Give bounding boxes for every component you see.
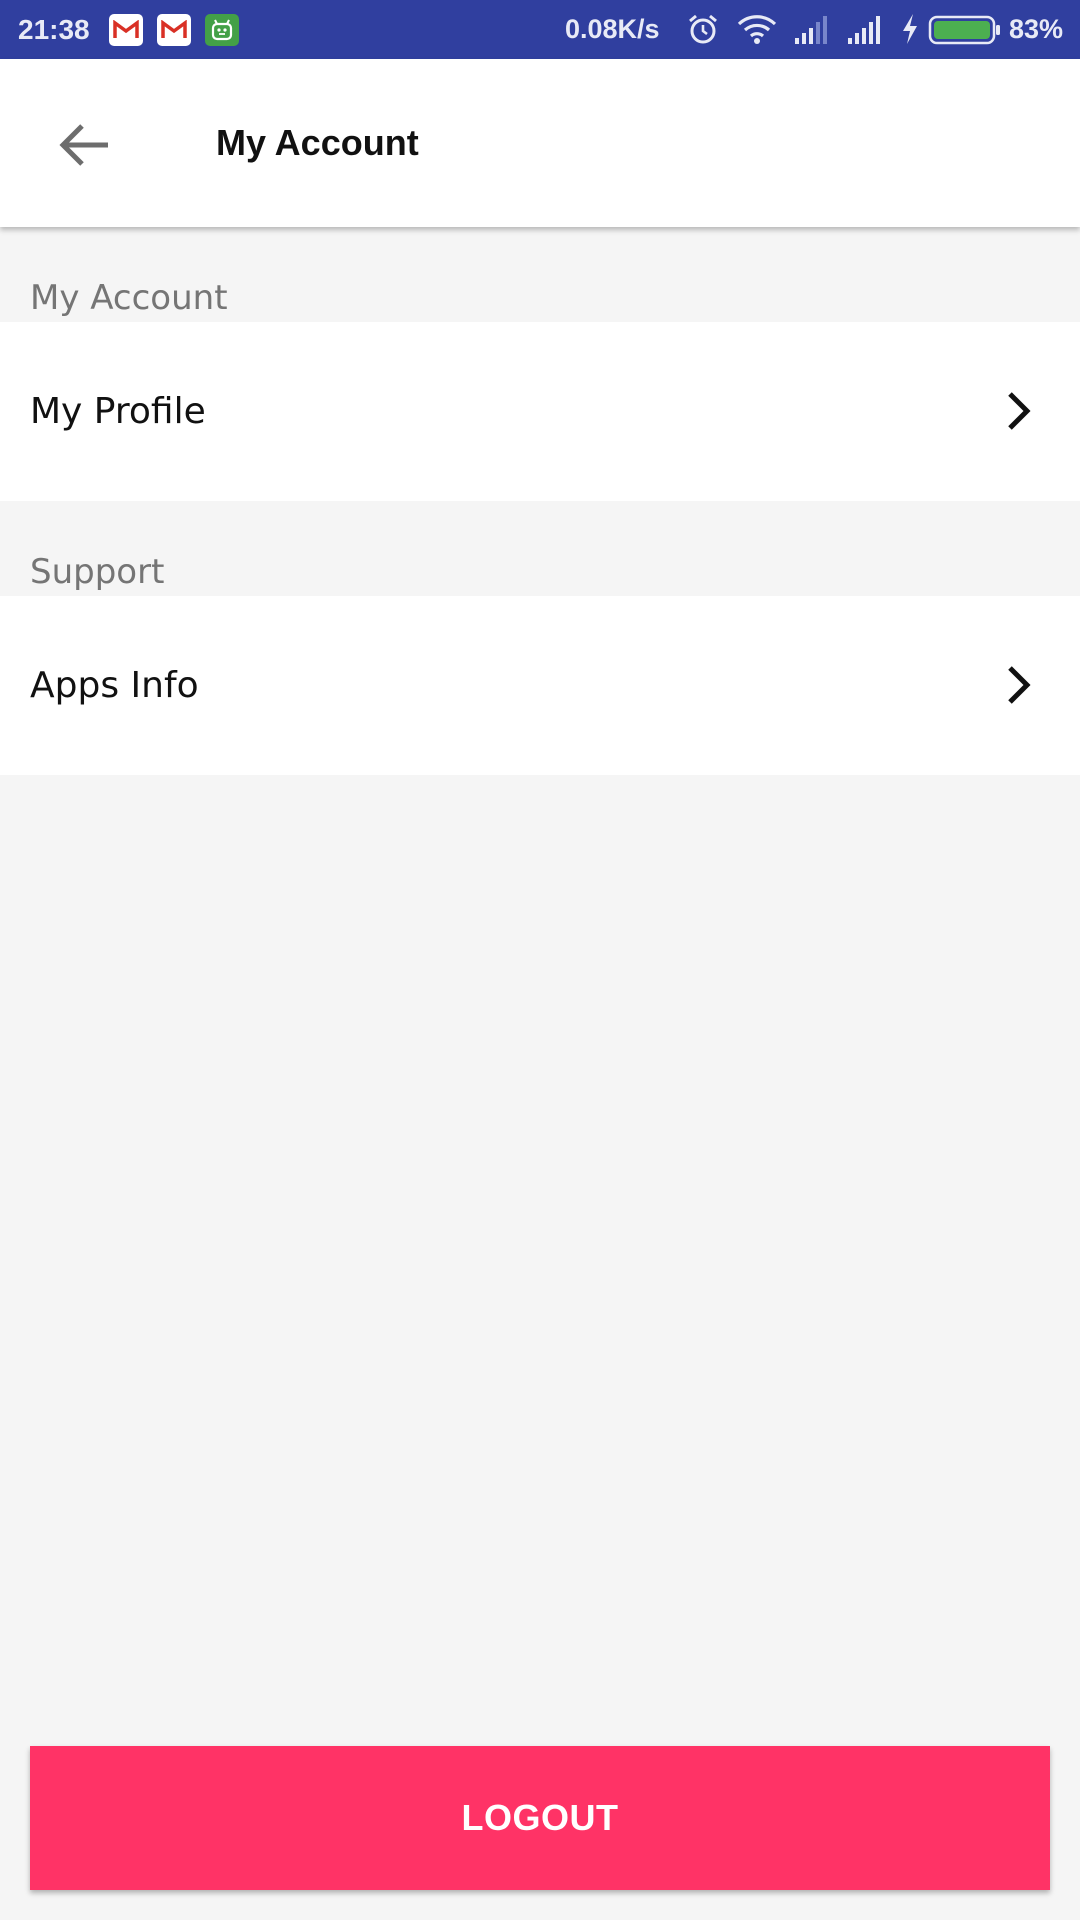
network-speed: 0.08K/s	[565, 14, 660, 44]
chevron-right-icon	[1004, 390, 1032, 436]
page-title: My Account	[216, 122, 419, 163]
chevron-right-icon	[1004, 664, 1032, 710]
back-button[interactable]	[44, 105, 124, 185]
section-header-support: Support	[30, 552, 165, 592]
signal-icon	[793, 12, 831, 50]
list-item-label: My Profile	[30, 391, 206, 432]
app-bar: My Account	[0, 59, 1080, 227]
section-header-my-account: My Account	[30, 278, 228, 318]
list-item-my-profile[interactable]: My Profile	[0, 322, 1080, 501]
gmail-icon	[109, 14, 143, 46]
charging-icon	[900, 12, 920, 50]
status-bar: 21:38 0.08K/s 83%	[0, 0, 1080, 59]
status-time: 21:38	[18, 14, 90, 45]
android-app-icon	[205, 14, 239, 46]
list-item-label: Apps Info	[30, 665, 199, 706]
gmail-icon	[157, 14, 191, 46]
battery-percent: 83%	[1009, 14, 1064, 44]
battery-icon	[928, 15, 1002, 49]
wifi-icon	[736, 12, 778, 50]
list-item-apps-info[interactable]: Apps Info	[0, 596, 1080, 775]
alarm-icon	[686, 12, 720, 50]
signal-icon	[846, 12, 884, 50]
arrow-back-icon	[59, 124, 108, 166]
logout-button[interactable]: LOGOUT	[30, 1746, 1050, 1890]
